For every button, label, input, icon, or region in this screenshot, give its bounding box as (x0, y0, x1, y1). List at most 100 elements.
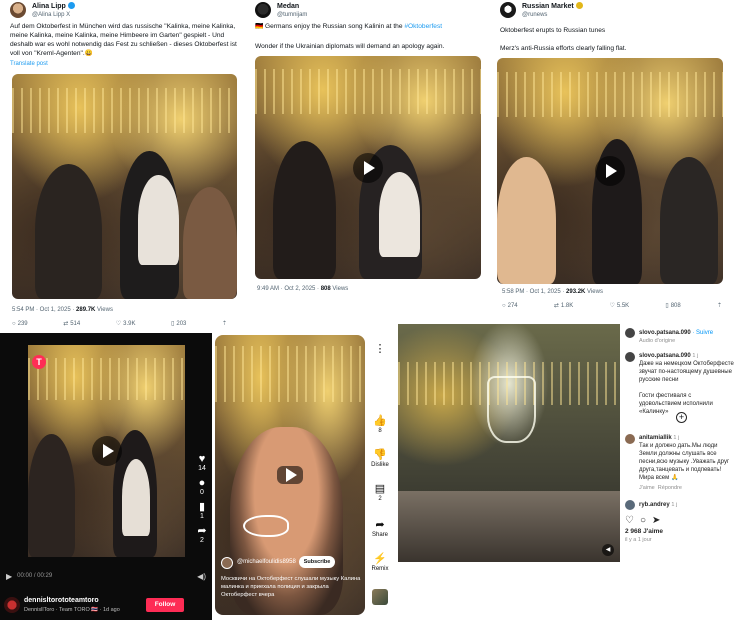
commenter-avatar[interactable] (625, 500, 635, 510)
tweet-text-2: Merz's anti-Russia efforts clearly falli… (500, 45, 627, 52)
subscribe-button[interactable]: Subscribe (299, 556, 335, 568)
mute-icon[interactable]: ◀ (602, 544, 614, 556)
follow-button[interactable]: Follow (146, 598, 184, 612)
retweet-icon: ⇄ (553, 303, 559, 309)
like-button[interactable]: ♡ 5.5K (609, 302, 629, 310)
time-readout: 00:00 / 00:29 (17, 573, 53, 579)
ig-header: slovo.patsana.090 · Suivre Audio d'origi… (625, 328, 735, 344)
author-handle[interactable]: @runews (522, 11, 583, 19)
youtube-short: @michaelfoulidis8958 Subscribe Москвичи … (213, 333, 393, 620)
like-button[interactable]: ♡ 3.9K (115, 320, 136, 328)
author-name[interactable]: Alina Lipp (32, 2, 75, 11)
comment-like[interactable]: J'aime (639, 485, 655, 491)
tweet-actions: ○ 239 ⇄ 514 ♡ 3.9K ▯ 203 ⇡ (12, 320, 227, 328)
dislike-button[interactable]: 👎 Dislike (369, 449, 391, 468)
heart-icon: ♡ (115, 321, 122, 327)
channel-avatar[interactable] (221, 557, 233, 569)
avatar[interactable] (500, 2, 516, 18)
thumbs-up-icon: 👍 (373, 415, 387, 427)
tweet-header: Alina Lipp @Alina Lipp X (10, 2, 75, 19)
more-comments-icon[interactable]: + (676, 412, 687, 423)
more-button[interactable]: ⋮ (369, 343, 391, 356)
reply-button[interactable]: ○ 239 (12, 320, 28, 327)
reply-button[interactable]: ○ 274 (502, 302, 518, 309)
bookmark-icon: ▯ (171, 321, 175, 327)
play-icon[interactable] (595, 156, 625, 186)
comment-item: ryb.andrey 1 j (625, 500, 735, 510)
author-handle[interactable]: @Alina Lipp X (32, 11, 75, 19)
tiktok-username[interactable]: dennisltorototeamtoro (24, 597, 99, 604)
comment-button[interactable]: ● 0 (194, 477, 210, 496)
send-icon[interactable]: ➤ (652, 515, 660, 526)
tweet-actions: ○ 274 ⇄ 1.8K ♡ 5.5K ▯ 808 ⇡ (502, 302, 722, 310)
remix-icon: ⚡ (373, 553, 387, 565)
tweet-video[interactable] (12, 74, 237, 299)
commenter-avatar[interactable] (625, 434, 635, 444)
short-video[interactable]: @michaelfoulidis8958 Subscribe Москвичи … (215, 335, 365, 615)
tweet-medan: Medan @tumnijam 🇩🇪 Germans enjoy the Rus… (245, 0, 490, 300)
fish-icon (243, 515, 289, 537)
tweet-text: Oktoberfest erupts to Russian tunes (500, 27, 606, 34)
tiktok-avatar[interactable] (4, 597, 20, 613)
author-name[interactable]: Medan (277, 2, 307, 11)
bookmark-icon: ▮ (198, 501, 206, 513)
comment-icon: ● (198, 477, 206, 489)
tweet-russian-market: Russian Market @runews Oktoberfest erupt… (490, 0, 737, 316)
share-button[interactable]: ➦ Share (369, 519, 391, 538)
heart-icon[interactable]: ♡ (625, 515, 634, 526)
short-caption: Москвичи на Октоберфест слушали музыку К… (221, 576, 361, 598)
reply-icon: ○ (12, 320, 16, 327)
hashtag-link[interactable]: #Oktoberfest (404, 23, 442, 30)
channel-name[interactable]: @michaelfoulidis8958 (237, 559, 296, 565)
tiktok-video[interactable] (28, 345, 185, 557)
translate-link[interactable]: Translate post (10, 60, 48, 69)
share-icon: ⇡ (716, 303, 722, 309)
share-button[interactable]: ⇡ (717, 302, 722, 309)
playback-bar[interactable]: ▶ 00:00 / 00:29 ◀) (6, 571, 206, 581)
tweet-meta: 9:49 AM · Oct 2, 2025 · 808 Views (257, 286, 349, 292)
share-icon: ➦ (197, 525, 207, 537)
avatar[interactable] (255, 2, 271, 18)
ig-username[interactable]: slovo.patsana.090 (639, 330, 691, 336)
ig-likes[interactable]: 2 968 J'aime (625, 528, 663, 535)
ig-avatar[interactable] (625, 328, 635, 338)
play-icon[interactable] (277, 466, 303, 484)
volume-icon[interactable]: ◀) (197, 572, 206, 581)
author-handle[interactable]: @tumnijam (277, 11, 307, 19)
like-button[interactable]: 👍 8 (369, 415, 391, 434)
bookmark-button[interactable]: ▯ 203 (171, 320, 186, 328)
heart-icon: ♥ (198, 453, 206, 465)
tweet-alina-lipp: Alina Lipp @Alina Lipp X Auf dem Oktober… (0, 0, 245, 332)
retweet-button[interactable]: ⇄ 514 (63, 320, 80, 328)
ig-follow[interactable]: · Suivre (692, 330, 713, 336)
instagram-post: ◀ slovo.patsana.090 · Suivre Audio d'ori… (397, 322, 737, 572)
like-button[interactable]: ♥ 14 (194, 453, 210, 472)
play-icon[interactable] (91, 436, 122, 466)
share-button[interactable]: ⇡ (222, 320, 227, 327)
retweet-button[interactable]: ⇄ 1.8K (553, 302, 573, 310)
reel-video[interactable]: ◀ (398, 324, 620, 562)
sound-thumbnail[interactable] (372, 589, 388, 605)
play-icon[interactable] (353, 152, 383, 183)
bookmark-icon: ▯ (665, 303, 669, 309)
bookmark-button[interactable]: ▮ 1 (194, 501, 210, 520)
retweet-icon: ⇄ (63, 321, 69, 327)
remix-button[interactable]: ⚡ Remix (369, 553, 391, 572)
play-small-icon[interactable]: ▶ (6, 572, 12, 581)
ig-avatar[interactable] (625, 352, 635, 362)
avatar[interactable] (10, 2, 26, 18)
more-icon: ⋮ (374, 343, 386, 355)
tweet-meta: 5:58 PM · Oct 1, 2025 · 293.2K Views (502, 289, 603, 295)
tiktok-subline: DennisllToro · Team TORO 🇹🇭 · 1d ago (24, 607, 120, 613)
share-button[interactable]: ➦ 2 (194, 525, 210, 544)
comment-reply[interactable]: Répondre (658, 485, 682, 491)
tweet-video[interactable] (255, 56, 481, 279)
ig-audio[interactable]: Audio d'origine (639, 338, 735, 344)
bookmark-button[interactable]: ▯ 808 (665, 302, 680, 310)
comments-button[interactable]: ▤ 2 (369, 483, 391, 502)
author-name[interactable]: Russian Market (522, 2, 583, 11)
share-icon: ➦ (375, 519, 385, 531)
comment-icon[interactable]: ○ (640, 515, 646, 526)
tweet-video[interactable] (497, 58, 723, 284)
verified-icon (67, 2, 75, 9)
